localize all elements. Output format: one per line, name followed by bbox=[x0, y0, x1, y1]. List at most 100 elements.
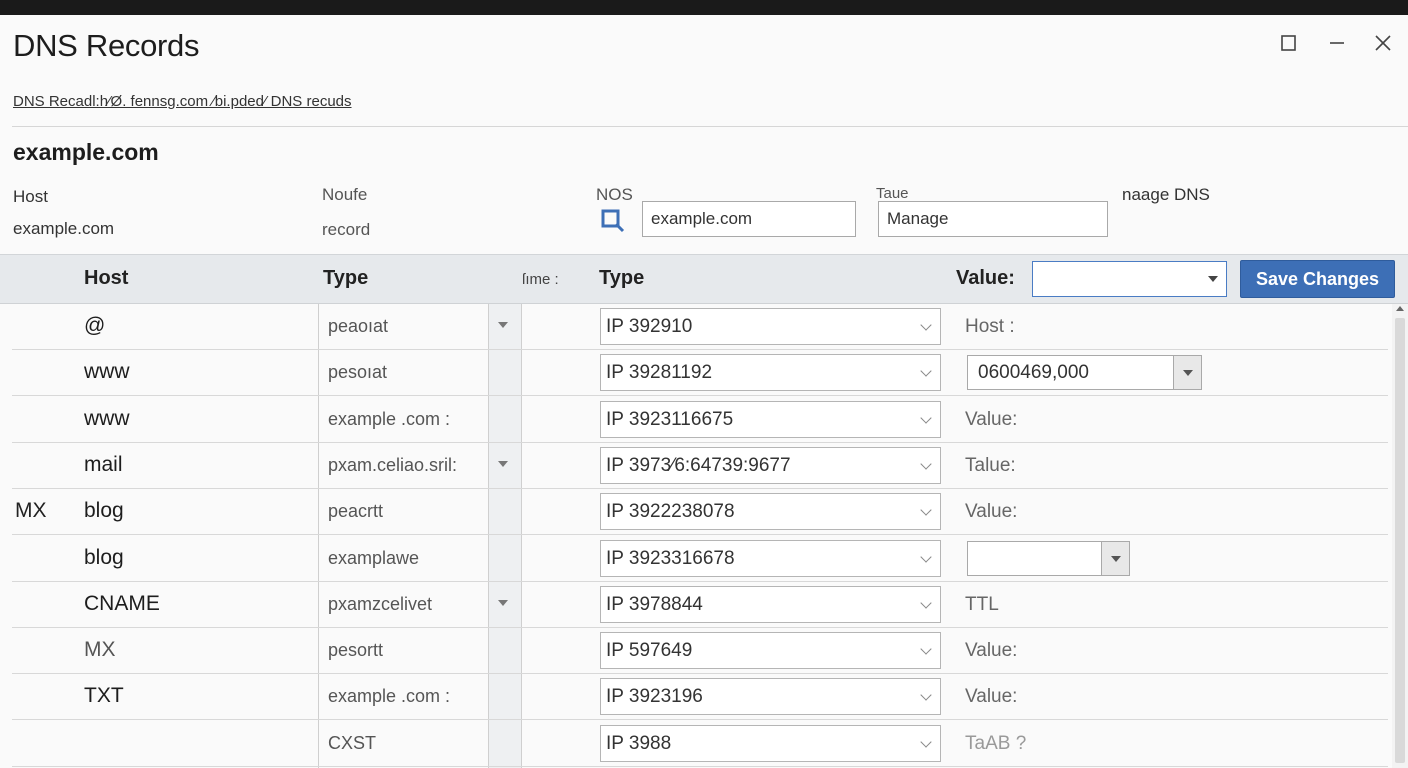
record-ip-select[interactable]: IP 3988 bbox=[600, 724, 941, 762]
scroll-up-icon[interactable] bbox=[1396, 306, 1404, 311]
record-ip-select[interactable]: IP 392910 bbox=[600, 308, 941, 345]
table-row[interactable]: @ peaoıat IP 392910 Host : bbox=[12, 304, 1388, 350]
record-type[interactable]: peaoıat bbox=[328, 316, 388, 337]
taue-label: Taue bbox=[876, 185, 909, 202]
record-ip-value: IP 3988 bbox=[606, 732, 672, 754]
record-type[interactable]: example .com : bbox=[328, 686, 450, 707]
record-ip-value: IP 3978844 bbox=[606, 593, 703, 615]
table-header: Host Type ſıme : Type Value: Save Change… bbox=[0, 254, 1408, 304]
chevron-down-icon bbox=[920, 411, 932, 424]
table-row[interactable]: mail pxam.celiao.sril: IP 3973⁄6:64739:967… bbox=[12, 443, 1388, 489]
record-type[interactable]: example .com : bbox=[328, 409, 450, 430]
record-ip-value: IP 392910 bbox=[606, 316, 693, 337]
record-value: Value: bbox=[965, 686, 1018, 708]
record-host: blog bbox=[84, 499, 124, 523]
table-row[interactable]: MX blog peacrtt IP 3922238078 Value: bbox=[12, 489, 1388, 536]
header-host[interactable]: Host bbox=[84, 267, 128, 290]
record-value: Value: bbox=[965, 501, 1018, 523]
table-row[interactable]: TXT example .com : IP 3923196 Value: bbox=[12, 674, 1388, 721]
record-ip-select[interactable]: IP 597649 bbox=[600, 632, 941, 670]
taue-input[interactable]: Manage bbox=[878, 201, 1108, 237]
header-value: Value: bbox=[956, 267, 1015, 289]
minimize-icon[interactable] bbox=[1325, 31, 1349, 55]
header-time[interactable]: ſıme : bbox=[522, 271, 559, 288]
breadcrumb[interactable]: DNS Recadl:h⁄Ø. fennsg.com ⁄bi.pded⁄ DNS… bbox=[13, 93, 352, 110]
record-ip-select[interactable]: IP 3973⁄6:64739:9677 bbox=[600, 446, 941, 484]
table-row[interactable]: CNAME pxamzcelivet IP 3978844 TTL bbox=[12, 582, 1388, 628]
record-host: www bbox=[84, 406, 130, 430]
record-ip-select[interactable]: IP 3923116675 bbox=[600, 400, 941, 438]
domain-title: example.com bbox=[13, 139, 159, 165]
record-value: TTL bbox=[965, 593, 999, 615]
chevron-down-icon bbox=[1208, 276, 1218, 282]
record-ip-value: IP 3922238078 bbox=[606, 501, 735, 523]
record-host: www bbox=[84, 360, 130, 384]
chevron-down-icon bbox=[920, 736, 932, 748]
table-row[interactable]: www example .com : IP 3923116675 Value: bbox=[12, 397, 1388, 443]
table-row[interactable]: MX pesortt IP 597649 Value: bbox=[12, 628, 1388, 675]
chevron-down-icon bbox=[920, 504, 932, 516]
record-ip-select[interactable]: IP 3923316678 bbox=[600, 539, 941, 577]
dns-search-icon[interactable] bbox=[600, 208, 626, 234]
chevron-down-icon[interactable] bbox=[498, 599, 508, 606]
nos-label: NOS bbox=[596, 185, 633, 204]
chevron-down-icon[interactable] bbox=[498, 322, 508, 328]
record-ip-select[interactable]: IP 3978844 bbox=[600, 585, 941, 623]
record-ip-select[interactable]: IP 39281192 bbox=[600, 354, 941, 392]
chevron-down-icon[interactable] bbox=[1173, 356, 1201, 390]
chevron-down-icon[interactable] bbox=[498, 460, 508, 467]
title-bar bbox=[0, 0, 1408, 15]
record-type[interactable]: pesoıat bbox=[328, 362, 387, 383]
table-row[interactable]: www pesoıat IP 39281192 0600469,000 bbox=[12, 350, 1388, 397]
table-row[interactable]: blog examplawe IP 3923316678 bbox=[12, 536, 1388, 582]
manage-dns-label: naage DNS bbox=[1122, 185, 1210, 204]
record-ip-value: IP 3923196 bbox=[606, 686, 703, 708]
value-filter-select[interactable] bbox=[1032, 261, 1227, 297]
header-type-2[interactable]: Type bbox=[599, 267, 644, 290]
records-table: @ peaoıat IP 392910 Host : www pesoıat IP 3928… bbox=[0, 304, 1408, 768]
record-value: 0600469,000 bbox=[978, 362, 1089, 384]
chevron-down-icon bbox=[920, 643, 932, 655]
record-type[interactable]: examplawe bbox=[328, 548, 419, 569]
record-ip-value: IP 3923316678 bbox=[606, 547, 735, 569]
record-value: Host : bbox=[965, 316, 1015, 337]
chevron-down-icon bbox=[920, 597, 932, 609]
record-type[interactable]: peacrtt bbox=[328, 501, 383, 522]
record-value: Value: bbox=[965, 640, 1018, 662]
window-title: DNS Records bbox=[13, 28, 200, 63]
noufe-label: Noufe bbox=[322, 185, 368, 204]
chevron-down-icon bbox=[920, 365, 932, 377]
maximize-icon[interactable] bbox=[1277, 31, 1301, 55]
record-value: Value: bbox=[965, 408, 1018, 430]
scrollbar-thumb[interactable] bbox=[1395, 318, 1405, 763]
record-ip-value: IP 3973⁄6:64739:9677 bbox=[606, 454, 791, 476]
host-value: example.com bbox=[13, 219, 115, 238]
record-type[interactable]: pxam.celiao.sril: bbox=[328, 455, 457, 476]
record-ip-select[interactable]: IP 3922238078 bbox=[600, 493, 941, 531]
chevron-down-icon bbox=[920, 458, 932, 470]
divider bbox=[12, 126, 1408, 127]
chevron-down-icon bbox=[920, 319, 932, 331]
record-type[interactable]: CXST bbox=[328, 733, 376, 754]
record-host: blog bbox=[84, 545, 124, 569]
chevron-down-icon[interactable] bbox=[1101, 541, 1129, 575]
record-prefix: MX bbox=[15, 499, 47, 523]
record-ip-value: IP 3923116675 bbox=[606, 408, 734, 430]
record-host: TXT bbox=[84, 684, 124, 708]
record-host: MX bbox=[84, 638, 116, 662]
chevron-down-icon bbox=[920, 550, 932, 563]
record-value-select[interactable]: 0600469,000 bbox=[967, 355, 1202, 391]
record-type[interactable]: pxamzcelivet bbox=[328, 594, 432, 615]
record-ip-select[interactable]: IP 3923196 bbox=[600, 678, 941, 716]
nos-input[interactable]: example.com bbox=[642, 201, 856, 237]
record-host: @ bbox=[84, 314, 106, 337]
chevron-down-icon bbox=[920, 689, 932, 702]
record-type[interactable]: pesortt bbox=[328, 640, 383, 661]
record-host: CNAME bbox=[84, 591, 160, 615]
save-changes-button[interactable]: Save Changes bbox=[1240, 260, 1395, 298]
record-host: mail bbox=[84, 452, 123, 476]
table-row[interactable]: CXST IP 3988 TaAB ? bbox=[12, 721, 1388, 767]
record-value-select[interactable] bbox=[967, 540, 1130, 576]
header-type[interactable]: Type bbox=[323, 267, 368, 290]
close-icon[interactable] bbox=[1371, 31, 1395, 55]
